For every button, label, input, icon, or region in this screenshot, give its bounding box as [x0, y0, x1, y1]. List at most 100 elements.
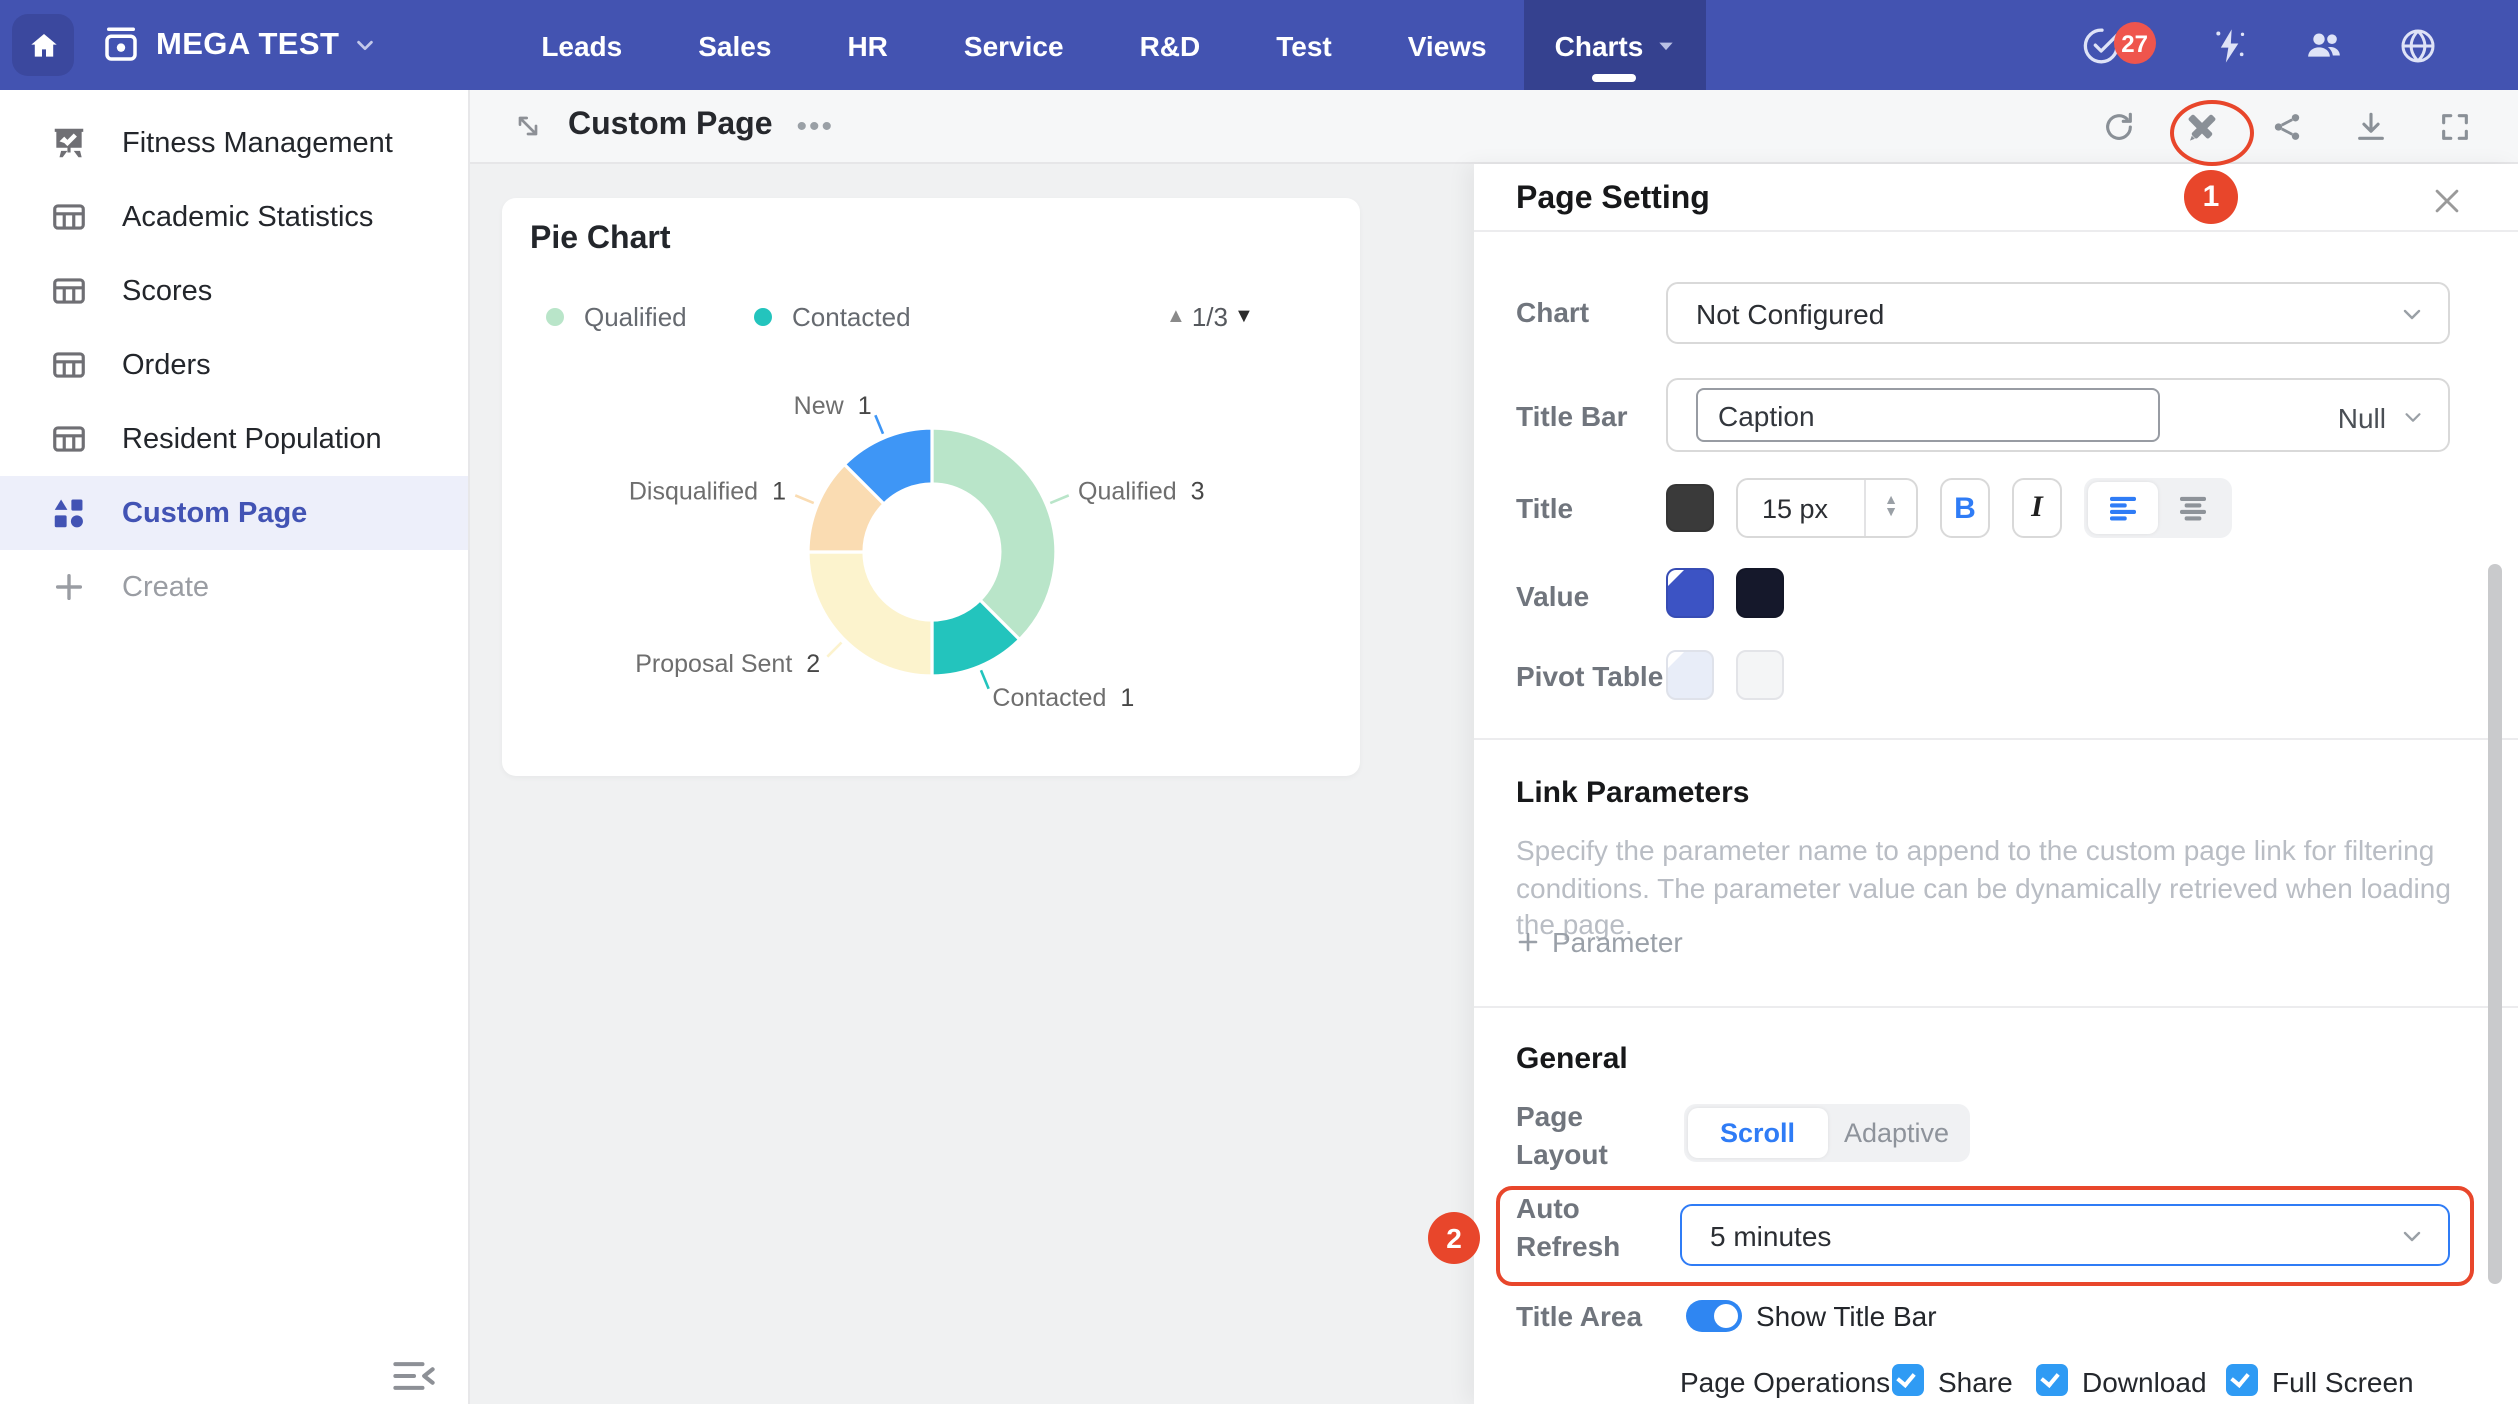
table-icon [48, 271, 88, 311]
sidebar-item-label: Orders [122, 349, 211, 381]
annotation-step2-badge: 2 [1428, 1212, 1480, 1264]
org-switcher[interactable]: MEGA TEST [100, 24, 375, 66]
title-color-swatch[interactable] [1666, 484, 1714, 532]
bold-button[interactable]: B [1940, 478, 1990, 538]
app-root: MEGA TEST Leads Sales HR Service R&D Tes… [0, 0, 2518, 1404]
nav-item-rnd[interactable]: R&D [1102, 0, 1239, 90]
pivot-table-row-label: Pivot Table [1516, 660, 1663, 692]
shapes-icon [48, 493, 88, 533]
nav-item-leads[interactable]: Leads [503, 0, 660, 90]
italic-button[interactable]: I [2012, 478, 2062, 538]
page-layout-segmented-control: Scroll Adaptive [1684, 1104, 1970, 1162]
nav-item-hr[interactable]: HR [809, 0, 925, 90]
sidebar-item-scores[interactable]: Scores [0, 254, 468, 328]
resize-diagonal-icon[interactable] [512, 110, 544, 142]
align-left-button[interactable] [2088, 482, 2157, 534]
nav-item-views[interactable]: Views [1370, 0, 1525, 90]
chevron-down-icon [2400, 1223, 2424, 1247]
null-select[interactable]: Null [2338, 380, 2424, 454]
nav-item-test[interactable]: Test [1238, 0, 1370, 90]
close-icon[interactable] [2430, 184, 2466, 220]
donut-chart[interactable]: Qualified3Contacted1Proposal Sent2Disqua… [502, 198, 1360, 776]
title-row-label: Title [1516, 492, 1573, 524]
donut-segment-proposal-sent[interactable] [808, 552, 932, 676]
show-title-bar-label: Show Title Bar [1756, 1300, 1937, 1332]
share-checkbox-label: Share [1938, 1366, 2013, 1398]
sidebar-item-academic-statistics[interactable]: Academic Statistics [0, 180, 468, 254]
users-button[interactable] [2304, 25, 2344, 65]
panel-title: Page Setting [1516, 182, 1710, 218]
home-button[interactable] [12, 14, 74, 76]
sidebar-item-label: Resident Population [122, 423, 382, 455]
add-parameter-button[interactable]: Parameter [1516, 926, 1683, 958]
pivot-color-swatch-1[interactable] [1666, 650, 1714, 700]
brand-name: MEGA TEST [156, 27, 339, 63]
donut-label: Proposal Sent2 [635, 650, 820, 678]
chevron-down-icon [2400, 301, 2424, 325]
panel-scrollbar[interactable] [2488, 564, 2502, 1284]
collapse-sidebar-button[interactable] [392, 1356, 436, 1396]
table-icon [48, 345, 88, 385]
link-parameters-heading: Link Parameters [1516, 776, 1749, 810]
nav-item-charts-label: Charts [1555, 29, 1644, 61]
annotation-step1-badge: 1 [2184, 170, 2238, 224]
bold-glyph: B [1954, 491, 1976, 525]
layout-option-adaptive[interactable]: Adaptive [1827, 1108, 1966, 1158]
nav-item-charts[interactable]: Charts [1525, 0, 1706, 90]
more-options-icon[interactable]: ••• [797, 109, 835, 143]
globe-icon [2398, 25, 2438, 65]
show-title-bar-toggle[interactable] [1686, 1300, 1742, 1332]
presentation-chart-icon [48, 123, 88, 163]
italic-glyph: I [2031, 491, 2043, 525]
donut-label: Contacted1 [992, 684, 1134, 712]
title-bar-control: Null [1666, 378, 2450, 452]
plus-icon [48, 567, 88, 607]
caption-input[interactable] [1696, 388, 2160, 442]
users-icon [2304, 24, 2344, 66]
sparkle-bolt-icon [2210, 25, 2250, 65]
page-layout-label: Page Layout [1516, 1098, 1640, 1174]
language-button[interactable] [2398, 25, 2438, 65]
layout-option-scroll[interactable]: Scroll [1688, 1108, 1827, 1158]
share-checkbox[interactable] [1892, 1364, 1924, 1396]
notification-badge[interactable]: 27 [2113, 22, 2156, 64]
sidebar-item-custom-page[interactable]: Custom Page [0, 476, 468, 550]
add-parameter-label: Parameter [1552, 926, 1683, 958]
auto-refresh-value: 5 minutes [1710, 1219, 1831, 1251]
ai-assistant-button[interactable] [2210, 25, 2250, 65]
fullscreen-button[interactable] [2436, 109, 2472, 145]
download-checkbox-label: Download [2082, 1366, 2207, 1398]
sidebar-item-orders[interactable]: Orders [0, 328, 468, 402]
sidebar-item-resident-population[interactable]: Resident Population [0, 402, 468, 476]
share-button[interactable] [2268, 109, 2304, 145]
download-button[interactable] [2352, 109, 2388, 145]
font-size-stepper[interactable]: ▲▼ [1864, 480, 1916, 536]
donut-segment-qualified[interactable] [932, 428, 1056, 640]
label-leader-line [981, 670, 989, 688]
full-screen-checkbox[interactable] [2226, 1364, 2258, 1396]
toggle-knob [1714, 1304, 1738, 1328]
nav-item-service[interactable]: Service [926, 0, 1102, 90]
sidebar-item-label: Scores [122, 275, 212, 307]
design-tools-button[interactable] [2184, 109, 2220, 145]
pivot-color-swatch-2[interactable] [1736, 650, 1784, 700]
donut-label: Disqualified1 [629, 478, 786, 506]
sidebar-item-fitness-management[interactable]: Fitness Management [0, 106, 468, 180]
chart-select[interactable]: Not Configured [1666, 282, 2450, 344]
plus-icon [1516, 930, 1540, 954]
font-size-control[interactable]: 15 px ▲▼ [1736, 478, 1918, 538]
align-center-button[interactable] [2159, 482, 2228, 534]
auto-refresh-select[interactable]: 5 minutes [1680, 1204, 2450, 1266]
label-leader-line [1050, 495, 1068, 503]
nav-item-sales[interactable]: Sales [660, 0, 809, 90]
chevron-down-icon [2402, 406, 2424, 428]
refresh-button[interactable] [2100, 109, 2136, 145]
value-color-swatch-2[interactable] [1736, 568, 1784, 618]
org-icon [100, 24, 142, 66]
check-icon [2231, 1367, 2250, 1387]
home-icon [27, 29, 59, 61]
chart-select-value: Not Configured [1696, 297, 1884, 329]
sidebar-item-create[interactable]: Create [0, 550, 468, 624]
download-checkbox[interactable] [2036, 1364, 2068, 1396]
value-color-swatch-1[interactable] [1666, 568, 1714, 618]
